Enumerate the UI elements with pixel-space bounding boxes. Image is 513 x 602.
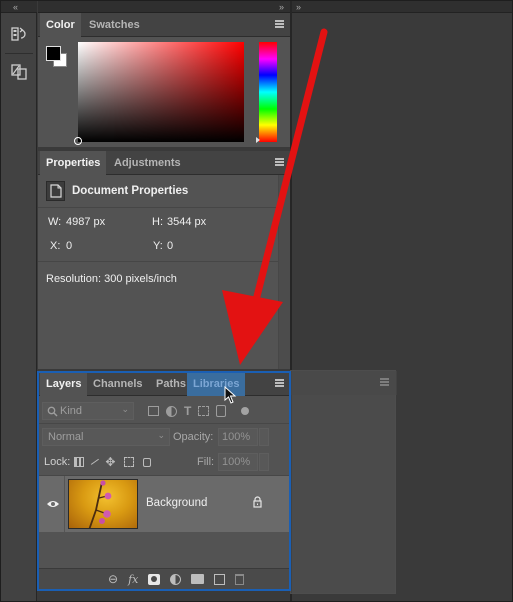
ghost-panel-preview bbox=[290, 370, 397, 594]
color-panel-tabbar: Color Swatches bbox=[38, 13, 290, 38]
width-value[interactable]: 4987 px bbox=[66, 216, 105, 228]
width-label: W: bbox=[48, 216, 62, 228]
height-label: H: bbox=[152, 216, 163, 228]
collapsed-panels-strip bbox=[1, 13, 37, 601]
tab-adjustments[interactable]: Adjustments bbox=[108, 151, 187, 175]
strip-divider bbox=[5, 53, 33, 54]
saturation-brightness-field[interactable] bbox=[74, 42, 244, 145]
layer-comps-panel-icon[interactable] bbox=[5, 59, 33, 85]
hue-slider-handle[interactable] bbox=[256, 137, 260, 143]
mouse-cursor-icon bbox=[224, 386, 237, 404]
section-divider bbox=[38, 261, 290, 262]
tab-properties[interactable]: Properties bbox=[40, 151, 107, 176]
x-label: X: bbox=[50, 240, 61, 252]
section-divider bbox=[38, 207, 290, 208]
panel-column-header[interactable]: » bbox=[38, 1, 290, 13]
scrollbar[interactable] bbox=[278, 175, 290, 369]
hue-slider[interactable] bbox=[256, 42, 277, 143]
color-panel: Color Swatches bbox=[38, 13, 290, 147]
y-value[interactable]: 0 bbox=[167, 240, 173, 252]
color-picker-cursor[interactable] bbox=[74, 137, 82, 145]
panel-menu-icon[interactable] bbox=[275, 158, 284, 166]
collapse-icon[interactable]: « bbox=[13, 2, 18, 12]
panel-menu-icon bbox=[380, 378, 389, 386]
panel-menu-icon[interactable] bbox=[275, 20, 284, 28]
collapse-icon[interactable]: » bbox=[296, 2, 301, 12]
tab-swatches[interactable]: Swatches bbox=[83, 13, 146, 37]
document-icon bbox=[46, 181, 65, 201]
y-label: Y: bbox=[153, 240, 163, 252]
foreground-color-swatch[interactable] bbox=[46, 46, 61, 61]
tab-color[interactable]: Color bbox=[40, 13, 81, 38]
drop-target-highlight bbox=[37, 371, 291, 591]
properties-panel-tabbar: Properties Adjustments bbox=[38, 151, 290, 176]
properties-panel: Properties Adjustments Document Properti… bbox=[38, 151, 290, 369]
collapse-icon[interactable]: » bbox=[279, 2, 284, 12]
right-column-header[interactable]: » bbox=[292, 1, 512, 13]
section-title: Document Properties bbox=[72, 185, 189, 197]
resolution-text: Resolution: 300 pixels/inch bbox=[46, 273, 177, 285]
tool-strip-header[interactable]: « bbox=[1, 1, 37, 13]
height-value[interactable]: 3544 px bbox=[167, 216, 206, 228]
history-panel-icon[interactable] bbox=[5, 21, 33, 47]
x-value[interactable]: 0 bbox=[66, 240, 72, 252]
